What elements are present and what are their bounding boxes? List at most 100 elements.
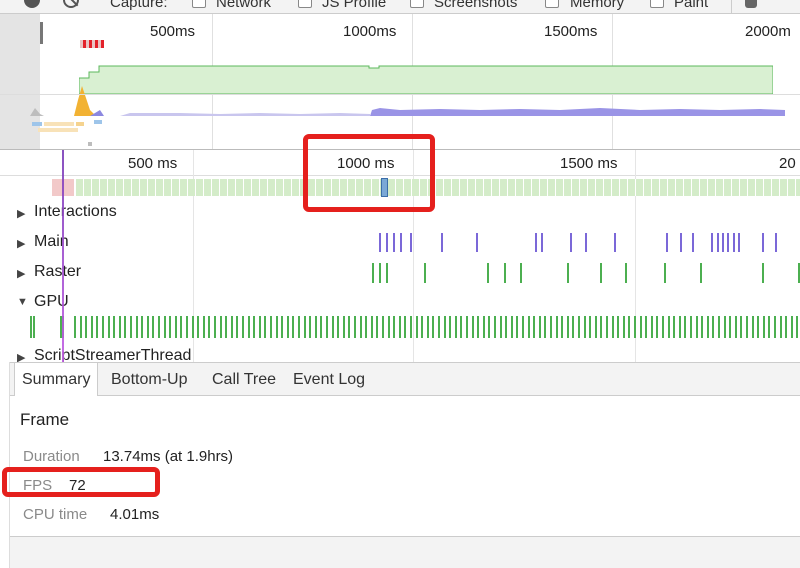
gpu-task-mark[interactable] xyxy=(707,316,709,338)
gpu-task-mark[interactable] xyxy=(673,316,675,338)
gpu-task-mark[interactable] xyxy=(438,316,440,338)
gpu-task-mark[interactable] xyxy=(668,316,670,338)
gpu-task-mark[interactable] xyxy=(746,316,748,338)
main-task-mark[interactable] xyxy=(585,233,587,252)
gpu-task-mark[interactable] xyxy=(684,316,686,338)
gpu-task-mark[interactable] xyxy=(780,316,782,338)
gpu-task-mark[interactable] xyxy=(449,316,451,338)
gpu-task-mark[interactable] xyxy=(231,316,233,338)
gpu-task-mark[interactable] xyxy=(91,316,93,338)
gpu-task-mark[interactable] xyxy=(208,316,210,338)
main-task-mark[interactable] xyxy=(541,233,543,252)
gpu-task-mark[interactable] xyxy=(399,316,401,338)
raster-task-mark[interactable] xyxy=(424,263,426,283)
gpu-task-mark[interactable] xyxy=(119,316,121,338)
gpu-task-mark[interactable] xyxy=(550,316,552,338)
main-task-mark[interactable] xyxy=(738,233,740,252)
gpu-task-mark[interactable] xyxy=(718,316,720,338)
gpu-task-mark[interactable] xyxy=(528,316,530,338)
network-checkbox[interactable] xyxy=(192,0,206,8)
gpu-task-mark[interactable] xyxy=(690,316,692,338)
main-task-mark[interactable] xyxy=(379,233,381,252)
gpu-task-mark[interactable] xyxy=(763,316,765,338)
tab-event-log[interactable]: Event Log xyxy=(286,363,372,396)
gpu-task-mark[interactable] xyxy=(320,316,322,338)
gpu-task-mark[interactable] xyxy=(175,316,177,338)
gpu-task-mark[interactable] xyxy=(735,316,737,338)
js-profile-checkbox[interactable] xyxy=(298,0,312,8)
gpu-task-mark[interactable] xyxy=(147,316,149,338)
gpu-task-mark[interactable] xyxy=(332,316,334,338)
gpu-task-mark[interactable] xyxy=(264,316,266,338)
gpu-task-mark[interactable] xyxy=(337,316,339,338)
gpu-task-mark[interactable] xyxy=(785,316,787,338)
gpu-task-mark[interactable] xyxy=(539,316,541,338)
memory-checkbox[interactable] xyxy=(545,0,559,8)
raster-task-mark[interactable] xyxy=(664,263,666,283)
main-task-mark[interactable] xyxy=(722,233,724,252)
screenshots-checkbox[interactable] xyxy=(410,0,424,8)
main-task-mark[interactable] xyxy=(535,233,537,252)
gpu-task-mark[interactable] xyxy=(612,316,614,338)
gpu-task-mark[interactable] xyxy=(757,316,759,338)
gpu-task-mark[interactable] xyxy=(169,316,171,338)
main-task-mark[interactable] xyxy=(400,233,402,252)
raster-task-mark[interactable] xyxy=(379,263,381,283)
gpu-task-mark[interactable] xyxy=(236,316,238,338)
main-task-mark[interactable] xyxy=(727,233,729,252)
gpu-task-mark[interactable] xyxy=(460,316,462,338)
gpu-task-mark[interactable] xyxy=(477,316,479,338)
gpu-task-mark[interactable] xyxy=(80,316,82,338)
gpu-task-mark[interactable] xyxy=(404,316,406,338)
frames-strip[interactable] xyxy=(76,179,800,196)
paint-checkbox[interactable] xyxy=(650,0,664,8)
gpu-task-mark[interactable] xyxy=(567,316,569,338)
gpu-task-mark[interactable] xyxy=(242,316,244,338)
collapse-arrow-icon[interactable]: ▼ xyxy=(17,296,28,308)
gpu-task-mark[interactable] xyxy=(511,316,513,338)
gpu-task-mark[interactable] xyxy=(623,316,625,338)
gpu-task-mark[interactable] xyxy=(30,316,32,338)
raster-task-mark[interactable] xyxy=(372,263,374,283)
gpu-task-mark[interactable] xyxy=(729,316,731,338)
overview-window-handle[interactable] xyxy=(40,22,43,44)
main-task-mark[interactable] xyxy=(717,233,719,252)
gpu-task-mark[interactable] xyxy=(304,316,306,338)
gpu-task-mark[interactable] xyxy=(740,316,742,338)
gpu-task-mark[interactable] xyxy=(628,316,630,338)
gpu-task-mark[interactable] xyxy=(617,316,619,338)
raster-task-mark[interactable] xyxy=(625,263,627,283)
gpu-task-mark[interactable] xyxy=(376,316,378,338)
tab-summary[interactable]: Summary xyxy=(14,363,99,397)
gpu-task-mark[interactable] xyxy=(348,316,350,338)
gpu-task-mark[interactable] xyxy=(108,316,110,338)
gpu-task-mark[interactable] xyxy=(640,316,642,338)
expand-arrow-icon[interactable]: ▶ xyxy=(17,237,25,250)
main-task-mark[interactable] xyxy=(762,233,764,252)
gpu-task-mark[interactable] xyxy=(589,316,591,338)
raster-task-mark[interactable] xyxy=(520,263,522,283)
gpu-task-mark[interactable] xyxy=(595,316,597,338)
gpu-task-mark[interactable] xyxy=(365,316,367,338)
gpu-task-mark[interactable] xyxy=(679,316,681,338)
main-task-mark[interactable] xyxy=(775,233,777,252)
main-task-mark[interactable] xyxy=(410,233,412,252)
gpu-task-mark[interactable] xyxy=(774,316,776,338)
gpu-task-mark[interactable] xyxy=(382,316,384,338)
gpu-task-mark[interactable] xyxy=(393,316,395,338)
raster-task-mark[interactable] xyxy=(567,263,569,283)
gpu-task-mark[interactable] xyxy=(315,316,317,338)
gpu-task-mark[interactable] xyxy=(500,316,502,338)
gpu-task-mark[interactable] xyxy=(651,316,653,338)
gpu-task-mark[interactable] xyxy=(309,316,311,338)
clear-icon[interactable] xyxy=(63,0,79,8)
gpu-task-mark[interactable] xyxy=(124,316,126,338)
gpu-task-mark[interactable] xyxy=(113,316,115,338)
raster-task-mark[interactable] xyxy=(700,263,702,283)
gpu-task-mark[interactable] xyxy=(96,316,98,338)
expand-arrow-icon[interactable]: ▶ xyxy=(17,267,25,280)
gpu-task-mark[interactable] xyxy=(287,316,289,338)
gpu-task-mark[interactable] xyxy=(410,316,412,338)
gpu-task-mark[interactable] xyxy=(141,316,143,338)
gpu-task-mark[interactable] xyxy=(214,316,216,338)
